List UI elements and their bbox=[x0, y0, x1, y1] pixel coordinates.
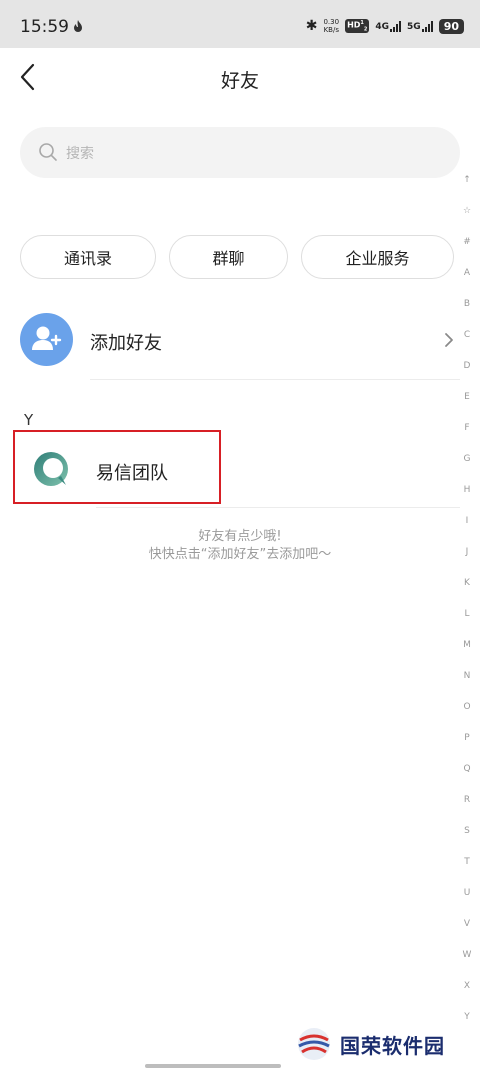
signal-icon: 4G bbox=[375, 20, 402, 32]
alpha-index-item[interactable]: C bbox=[458, 325, 476, 356]
add-user-icon bbox=[20, 313, 73, 366]
alpha-index-item[interactable]: # bbox=[458, 232, 476, 263]
alpha-index-item[interactable]: Y bbox=[458, 1007, 476, 1038]
status-time: 15:59 bbox=[20, 17, 69, 37]
divider bbox=[96, 507, 460, 508]
divider bbox=[90, 379, 460, 380]
alpha-index-item[interactable]: J bbox=[458, 542, 476, 573]
alpha-index-item[interactable]: S bbox=[458, 821, 476, 852]
alpha-index-item[interactable]: G bbox=[458, 449, 476, 480]
tab-group-chat[interactable]: 群聊 bbox=[169, 235, 288, 279]
hd-badge: HD12 bbox=[345, 18, 370, 34]
alpha-index-item[interactable]: Q bbox=[458, 759, 476, 790]
alpha-index-item[interactable]: N bbox=[458, 666, 476, 697]
home-indicator[interactable] bbox=[145, 1064, 281, 1068]
page-title: 好友 bbox=[220, 70, 259, 92]
alpha-index-item[interactable]: D bbox=[458, 356, 476, 387]
signal-icon-2: 5G bbox=[407, 20, 433, 32]
section-letter: Y bbox=[24, 411, 34, 429]
empty-hint-line1: 好友有点少哦! bbox=[198, 529, 282, 544]
alpha-index-item[interactable]: L bbox=[458, 604, 476, 635]
alpha-index-item[interactable]: W bbox=[458, 945, 476, 976]
watermark-text: 国荣软件园 bbox=[340, 1033, 445, 1058]
alpha-index-item[interactable]: H bbox=[458, 480, 476, 511]
alpha-index-item[interactable]: M bbox=[458, 635, 476, 666]
search-placeholder: 搜索 bbox=[66, 146, 94, 162]
alphabet-index[interactable]: ↑ ☆ # A B C D E F G H I J K L M N O P Q R S T U V W X Y bbox=[458, 170, 476, 1038]
alpha-index-item[interactable]: ↑ bbox=[458, 170, 476, 201]
add-friend-row[interactable]: 添加好友 bbox=[0, 300, 460, 380]
add-friend-label: 添加好友 bbox=[90, 333, 162, 354]
bluetooth-icon: ✱ bbox=[305, 18, 318, 34]
tab-enterprise-service[interactable]: 企业服务 bbox=[301, 235, 454, 279]
alpha-index-item[interactable]: E bbox=[458, 387, 476, 418]
alpha-index-item[interactable]: P bbox=[458, 728, 476, 759]
alpha-index-item[interactable]: K bbox=[458, 573, 476, 604]
tab-contacts[interactable]: 通讯录 bbox=[20, 235, 156, 279]
status-bar: 15:59 ✱ 0.30 KB/s HD12 4G 5G 90 bbox=[0, 0, 480, 48]
alpha-index-item[interactable]: V bbox=[458, 914, 476, 945]
globe-logo-icon bbox=[298, 1028, 330, 1060]
battery-icon: 90 bbox=[438, 18, 464, 34]
network-speed: 0.30 KB/s bbox=[323, 18, 340, 34]
alpha-index-item[interactable]: R bbox=[458, 790, 476, 821]
highlight-box bbox=[13, 430, 221, 504]
flame-icon bbox=[74, 20, 82, 32]
empty-hint-line2: 快快点击“添加好友”去添加吧～ bbox=[148, 547, 332, 562]
chevron-right-icon bbox=[445, 333, 453, 347]
alpha-index-item[interactable]: O bbox=[458, 697, 476, 728]
alpha-index-item[interactable]: B bbox=[458, 294, 476, 325]
watermark: 国荣软件园 bbox=[296, 1026, 445, 1062]
alpha-index-item[interactable]: X bbox=[458, 976, 476, 1007]
alpha-index-item[interactable]: F bbox=[458, 418, 476, 449]
alpha-index-item[interactable]: A bbox=[458, 263, 476, 294]
alpha-index-item[interactable]: T bbox=[458, 852, 476, 883]
search-icon bbox=[39, 143, 57, 161]
status-right: ✱ 0.30 KB/s HD12 4G 5G 90 bbox=[306, 17, 464, 35]
alpha-index-item[interactable]: ☆ bbox=[458, 201, 476, 232]
empty-hint: 好友有点少哦! 快快点击“添加好友”去添加吧～ bbox=[0, 528, 480, 564]
alpha-index-item[interactable]: I bbox=[458, 511, 476, 542]
search-input[interactable]: 搜索 bbox=[20, 127, 460, 178]
alpha-index-item[interactable]: U bbox=[458, 883, 476, 914]
